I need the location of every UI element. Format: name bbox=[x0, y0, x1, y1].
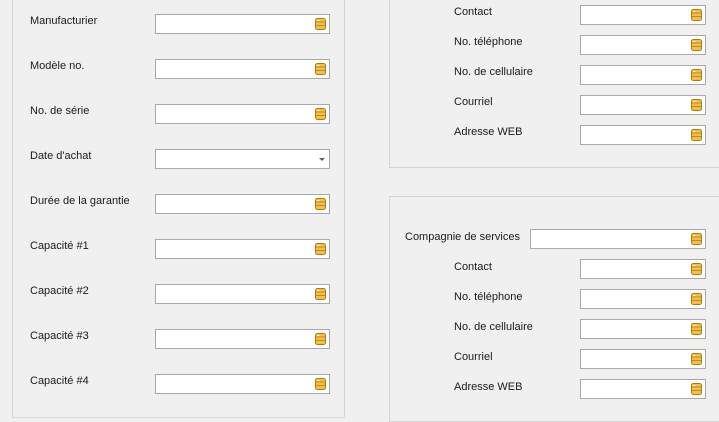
service-contact-value bbox=[584, 263, 683, 276]
database-icon[interactable] bbox=[691, 233, 702, 245]
supplier-email-label: Courriel bbox=[454, 96, 493, 108]
supplier-phone-value bbox=[584, 39, 683, 52]
database-icon[interactable] bbox=[315, 108, 326, 120]
service-company-field[interactable] bbox=[530, 229, 706, 249]
database-icon[interactable] bbox=[315, 288, 326, 300]
database-icon[interactable] bbox=[315, 18, 326, 30]
database-icon[interactable] bbox=[691, 353, 702, 365]
supplier-web-value bbox=[584, 129, 683, 142]
purchase-date-label: Date d'achat bbox=[30, 150, 92, 162]
supplier-phone-field[interactable] bbox=[580, 35, 706, 55]
serial-number-value bbox=[159, 108, 307, 121]
capacity-4-field[interactable] bbox=[155, 374, 330, 394]
supplier-phone-label: No. téléphone bbox=[454, 36, 523, 48]
supplier-cell-label: No. de cellulaire bbox=[454, 66, 533, 78]
warranty-duration-label: Durée de la garantie bbox=[30, 195, 130, 207]
supplier-email-field[interactable] bbox=[580, 95, 706, 115]
purchase-date-value bbox=[159, 153, 307, 166]
service-web-label: Adresse WEB bbox=[454, 381, 523, 393]
service-web-field[interactable] bbox=[580, 379, 706, 399]
manufacturer-field[interactable] bbox=[155, 14, 330, 34]
service-cell-label: No. de cellulaire bbox=[454, 321, 533, 333]
supplier-email-value bbox=[584, 99, 683, 112]
database-icon[interactable] bbox=[691, 293, 702, 305]
model-number-value bbox=[159, 63, 307, 76]
database-icon[interactable] bbox=[691, 263, 702, 275]
capacity-4-label: Capacité #4 bbox=[30, 375, 89, 387]
capacity-2-value bbox=[159, 288, 307, 301]
database-icon[interactable] bbox=[315, 333, 326, 345]
service-web-value bbox=[584, 383, 683, 396]
service-email-value bbox=[584, 353, 683, 366]
database-icon[interactable] bbox=[691, 9, 702, 21]
database-icon[interactable] bbox=[315, 63, 326, 75]
model-number-field[interactable] bbox=[155, 59, 330, 79]
equipment-details-panel: Manufacturier Modèle no. No. de série Da… bbox=[12, 0, 345, 418]
supplier-web-field[interactable] bbox=[580, 125, 706, 145]
database-icon[interactable] bbox=[691, 129, 702, 141]
purchase-date-picker[interactable] bbox=[155, 149, 330, 169]
service-cell-value bbox=[584, 323, 683, 336]
database-icon[interactable] bbox=[315, 243, 326, 255]
capacity-3-value bbox=[159, 333, 307, 346]
serial-number-field[interactable] bbox=[155, 104, 330, 124]
supplier-contact-value bbox=[584, 9, 683, 22]
manufacturer-value bbox=[159, 18, 307, 31]
service-email-field[interactable] bbox=[580, 349, 706, 369]
supplier-contact-field[interactable] bbox=[580, 5, 706, 25]
supplier-contact-panel: Contact No. téléphone No. de cellulaire … bbox=[389, 0, 719, 168]
capacity-2-field[interactable] bbox=[155, 284, 330, 304]
database-icon[interactable] bbox=[691, 39, 702, 51]
supplier-cell-value bbox=[584, 69, 683, 82]
warranty-duration-value bbox=[159, 198, 307, 211]
manufacturer-label: Manufacturier bbox=[30, 15, 98, 27]
service-phone-field[interactable] bbox=[580, 289, 706, 309]
database-icon[interactable] bbox=[691, 99, 702, 111]
database-icon[interactable] bbox=[315, 378, 326, 390]
capacity-1-label: Capacité #1 bbox=[30, 240, 89, 252]
model-number-label: Modèle no. bbox=[30, 60, 85, 72]
database-icon[interactable] bbox=[691, 69, 702, 81]
capacity-1-value bbox=[159, 243, 307, 256]
supplier-contact-label: Contact bbox=[454, 6, 492, 18]
capacity-3-label: Capacité #3 bbox=[30, 330, 89, 342]
service-company-panel: Compagnie de services Contact No. téléph… bbox=[389, 196, 719, 422]
service-phone-label: No. téléphone bbox=[454, 291, 523, 303]
capacity-2-label: Capacité #2 bbox=[30, 285, 89, 297]
chevron-down-icon[interactable] bbox=[319, 158, 325, 161]
service-company-value bbox=[534, 233, 683, 246]
serial-number-label: No. de série bbox=[30, 105, 90, 117]
service-cell-field[interactable] bbox=[580, 319, 706, 339]
capacity-3-field[interactable] bbox=[155, 329, 330, 349]
service-email-label: Courriel bbox=[454, 351, 493, 363]
supplier-web-label: Adresse WEB bbox=[454, 126, 523, 138]
service-company-label: Compagnie de services bbox=[405, 231, 520, 243]
service-phone-value bbox=[584, 293, 683, 306]
supplier-cell-field[interactable] bbox=[580, 65, 706, 85]
service-contact-label: Contact bbox=[454, 261, 492, 273]
capacity-1-field[interactable] bbox=[155, 239, 330, 259]
database-icon[interactable] bbox=[315, 198, 326, 210]
database-icon[interactable] bbox=[691, 323, 702, 335]
service-contact-field[interactable] bbox=[580, 259, 706, 279]
capacity-4-value bbox=[159, 378, 307, 391]
database-icon[interactable] bbox=[691, 383, 702, 395]
warranty-duration-field[interactable] bbox=[155, 194, 330, 214]
